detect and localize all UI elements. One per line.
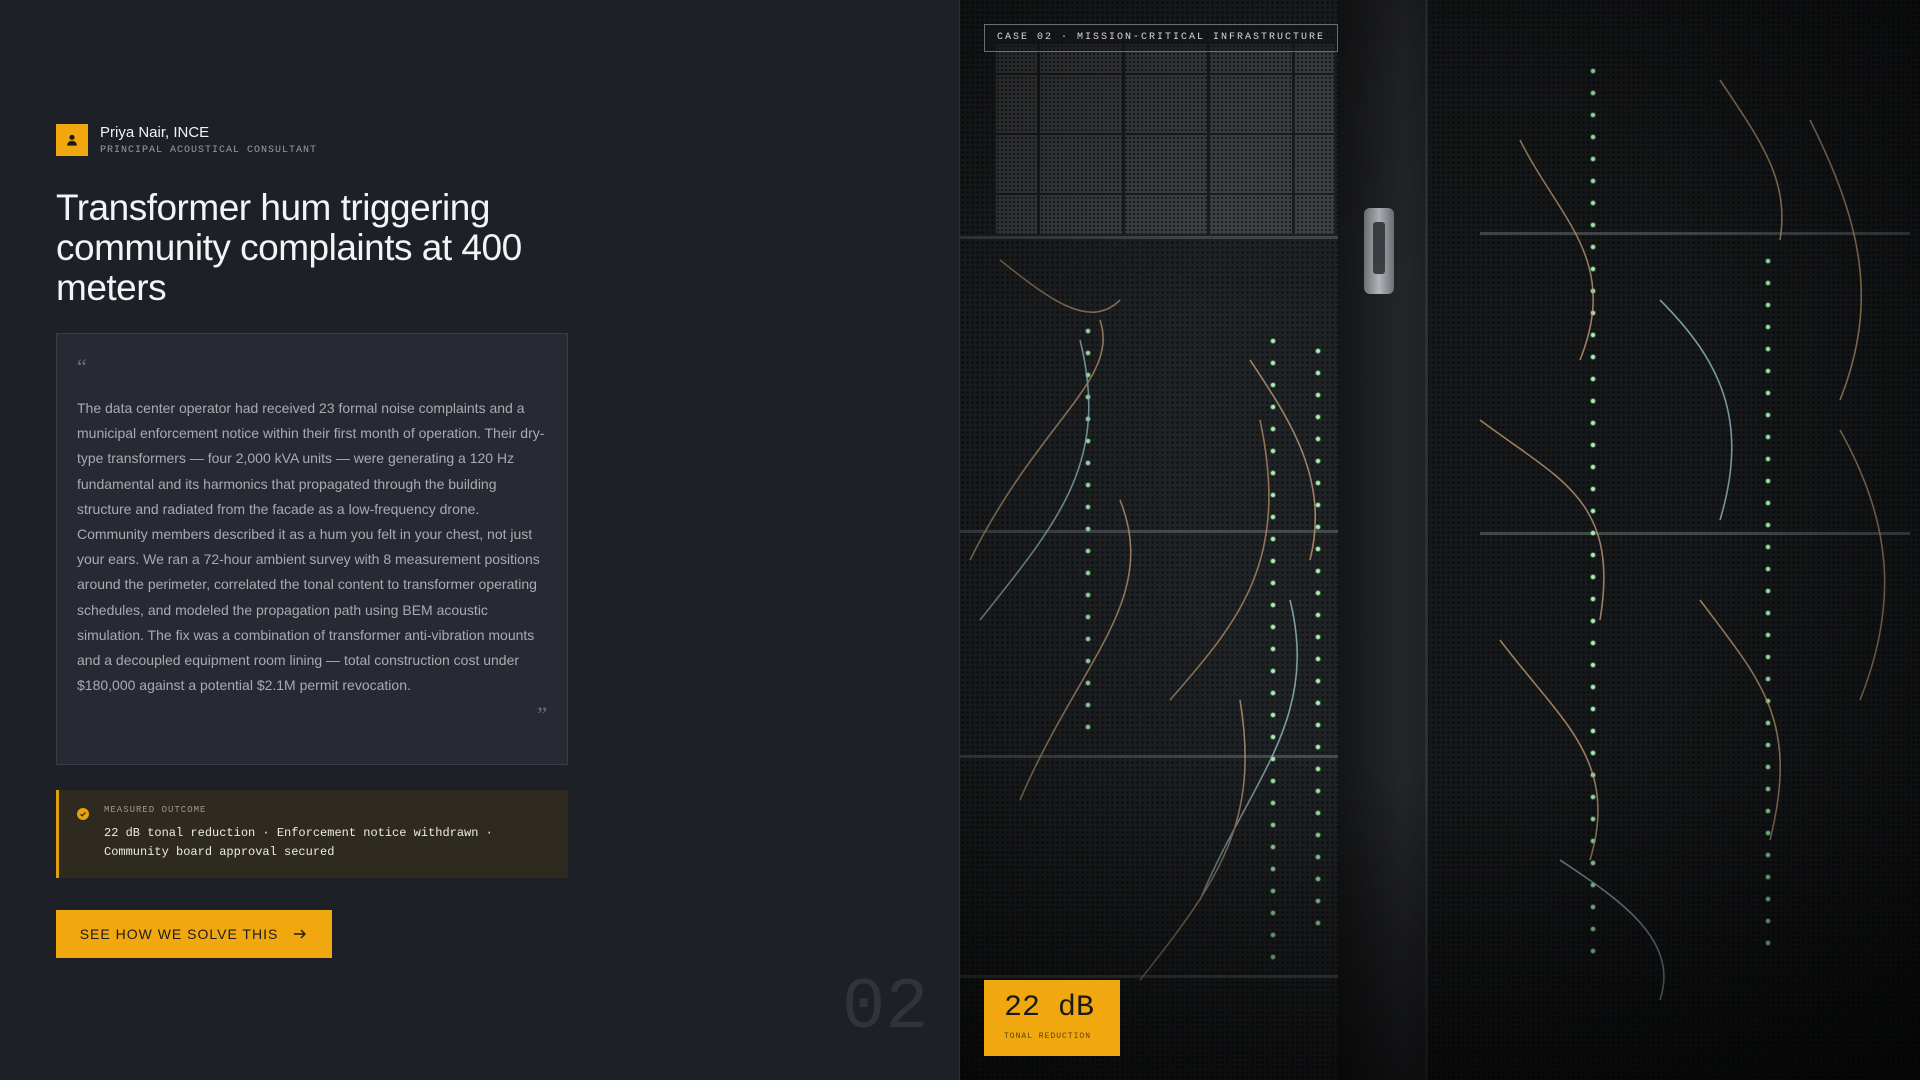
check-circle-icon — [77, 808, 89, 820]
case-headline: Transformer hum triggering community com… — [56, 187, 522, 308]
badge-label: TONAL REDUCTION — [1004, 1032, 1092, 1041]
testimonial-quote: “ The data center operator had received … — [56, 333, 568, 765]
result-badge: 22 dB TONAL REDUCTION — [984, 980, 1120, 1056]
author-block: Priya Nair, INCE PRINCIPAL ACOUSTICAL CO… — [56, 124, 317, 156]
quote-open-mark: “ — [77, 354, 87, 379]
outcome-label: MEASURED OUTCOME — [104, 805, 207, 815]
author-info: Priya Nair, INCE PRINCIPAL ACOUSTICAL CO… — [100, 124, 317, 156]
see-how-we-solve-button[interactable]: SEE HOW WE SOLVE THIS — [56, 910, 332, 958]
case-study-content: Priya Nair, INCE PRINCIPAL ACOUSTICAL CO… — [0, 0, 959, 1080]
user-icon — [67, 134, 77, 146]
badge-value: 22 dB — [1004, 991, 1095, 1025]
author-name: Priya Nair, INCE — [100, 124, 210, 141]
case-number: 02 — [842, 967, 929, 1049]
quote-close-mark: ” — [537, 702, 547, 727]
quote-text: The data center operator had received 23… — [77, 400, 545, 694]
case-label: CASE 02 · MISSION-CRITICAL INFRASTRUCTUR… — [984, 24, 1339, 52]
author-avatar — [56, 124, 88, 156]
case-image-panel: CASE 02 · MISSION-CRITICAL INFRASTRUCTUR… — [960, 0, 1920, 1080]
measured-outcome: MEASURED OUTCOME 22 dB tonal reduction ·… — [56, 790, 568, 878]
outcome-text: 22 dB tonal reduction · Enforcement noti… — [104, 826, 493, 859]
image-vignette — [960, 0, 1920, 1080]
arrow-right-icon — [294, 929, 307, 939]
cta-label: SEE HOW WE SOLVE THIS — [79, 926, 279, 942]
author-role: PRINCIPAL ACOUSTICAL CONSULTANT — [100, 145, 318, 156]
